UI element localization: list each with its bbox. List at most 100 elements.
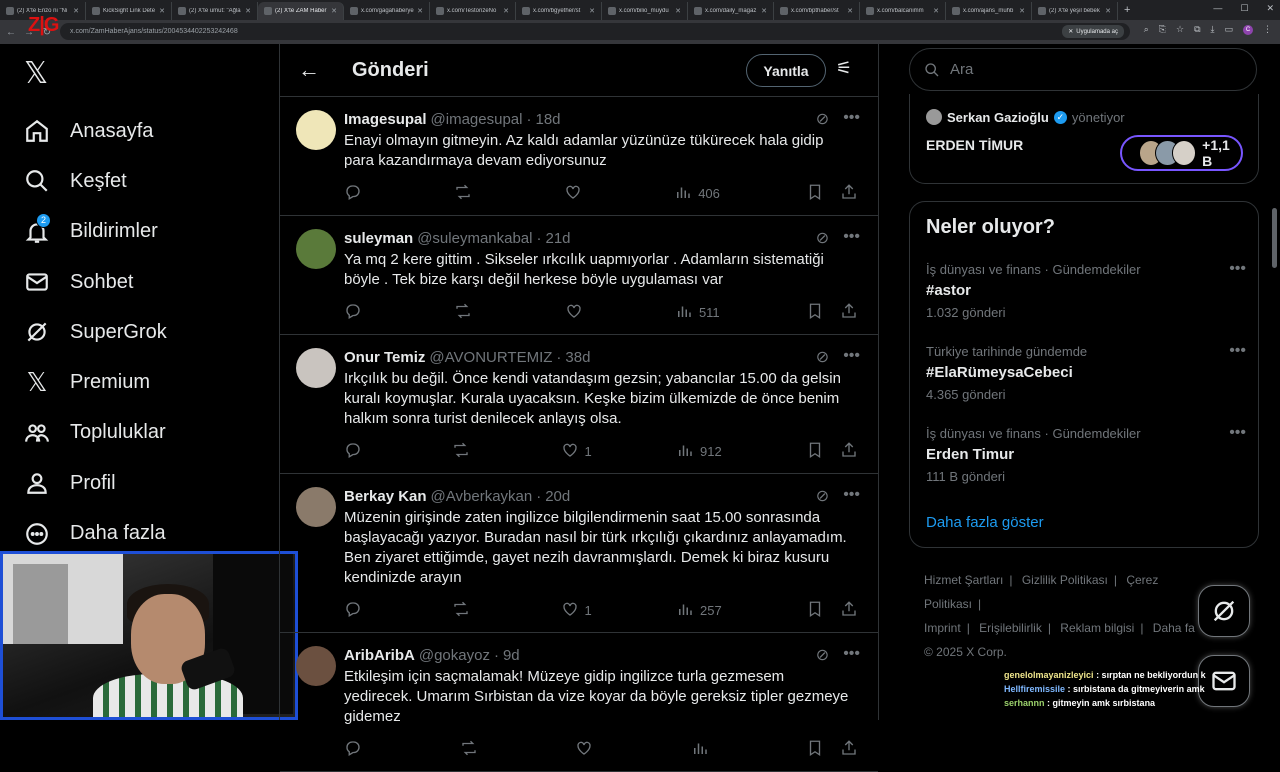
browser-tab[interactable]: x.com/balcanimm ✕: [860, 2, 946, 20]
reply-action[interactable]: [344, 739, 368, 760]
author-handle[interactable]: @Avberkaykan: [431, 488, 533, 505]
more-dots-icon[interactable]: •••: [1229, 342, 1246, 360]
avatar[interactable]: [296, 487, 336, 527]
scrollbar-thumb[interactable]: [1272, 208, 1277, 268]
tweet-time[interactable]: 9d: [503, 647, 520, 664]
bookmark-star-icon[interactable]: ☆: [1176, 24, 1184, 35]
account-name[interactable]: ERDEN TİMUR: [926, 137, 1023, 153]
avatar[interactable]: [296, 348, 336, 388]
nav-item-premium[interactable]: 𝕏 Premium: [22, 357, 167, 407]
tab-close-icon[interactable]: ✕: [1019, 7, 1025, 15]
bookmark-action[interactable]: [806, 183, 826, 204]
retweet-action[interactable]: [460, 739, 484, 760]
avatar[interactable]: [296, 646, 336, 686]
bookmark-action[interactable]: [806, 739, 826, 760]
like-action[interactable]: [565, 302, 589, 323]
browser-tab[interactable]: x.com/gagahaberye ✕: [344, 2, 430, 20]
extensions-icon[interactable]: ⧉: [1194, 24, 1200, 35]
like-action[interactable]: 1: [561, 600, 592, 621]
tweet-time[interactable]: 38d: [565, 349, 590, 366]
grok-icon[interactable]: ⊘: [816, 486, 829, 506]
back-nav-icon[interactable]: ←: [4, 27, 18, 38]
footer-link[interactable]: Gizlilik Politikası: [1022, 573, 1108, 587]
retweet-action[interactable]: [452, 600, 476, 621]
reply-tweet[interactable]: Onur Temiz @AVONURTEMIZ · 38d ⊘ ••• Irkçılık b…: [280, 335, 878, 474]
trend-item[interactable]: İş dünyası ve finans · Gündemdekiler #as…: [926, 260, 1246, 320]
author-name[interactable]: AribAribA: [344, 647, 415, 664]
zoom-icon[interactable]: ⌕: [1144, 24, 1149, 35]
more-dots-icon[interactable]: •••: [843, 645, 860, 665]
url-field[interactable]: x.com/ZamHaberAjans/status/2004534402253…: [60, 23, 1130, 40]
show-more-link[interactable]: Daha fazla göster: [926, 514, 1044, 531]
share-icon[interactable]: ⎘: [1159, 24, 1166, 35]
nav-item-communities[interactable]: Topluluklar: [22, 408, 167, 458]
browser-tab[interactable]: x.com/bpthaber/st ✕: [774, 2, 860, 20]
browser-tab[interactable]: x.com/daily_magaz ✕: [688, 2, 774, 20]
author-handle[interactable]: @imagesupal: [431, 111, 523, 128]
maximize-icon[interactable]: ☐: [1240, 3, 1248, 14]
browser-tab[interactable]: (2) X'te yeşil bebek ✕: [1032, 2, 1118, 20]
tweet-time[interactable]: 18d: [535, 111, 560, 128]
reply-action[interactable]: [344, 600, 368, 621]
like-action[interactable]: [575, 739, 599, 760]
nav-item-notifications[interactable]: 2 Bildirimler: [22, 207, 167, 257]
tab-close-icon[interactable]: ✕: [245, 7, 251, 15]
tab-close-icon[interactable]: ✕: [417, 7, 423, 15]
profile-avatar[interactable]: C: [1243, 24, 1253, 35]
share-action[interactable]: [840, 183, 860, 204]
tab-close-icon[interactable]: ✕: [589, 7, 595, 15]
download-icon[interactable]: ⤓: [1211, 24, 1215, 35]
back-arrow-icon[interactable]: ←: [298, 57, 320, 83]
like-action[interactable]: [564, 183, 588, 204]
tab-close-icon[interactable]: ✕: [159, 7, 165, 15]
share-action[interactable]: [840, 441, 860, 462]
footer-link[interactable]: Daha fa: [1153, 621, 1195, 635]
reply-tweet[interactable]: suleyman @suleymankabal · 21d ⊘ ••• Ya mq 2 ke…: [280, 216, 878, 335]
x-logo-icon[interactable]: 𝕏: [24, 56, 48, 91]
followers-pill[interactable]: +1,1 B: [1120, 135, 1243, 171]
nav-item-chat[interactable]: Sohbet: [22, 257, 167, 307]
retweet-action[interactable]: [454, 302, 478, 323]
more-dots-icon[interactable]: •••: [843, 347, 860, 367]
more-dots-icon[interactable]: •••: [843, 486, 860, 506]
more-dots-icon[interactable]: •••: [843, 228, 860, 248]
author-handle[interactable]: @suleymankabal: [417, 230, 532, 247]
retweet-action[interactable]: [452, 441, 476, 462]
browser-tab[interactable]: (2) X'te ZAM Haber ✕: [258, 2, 344, 20]
grok-icon[interactable]: ⊘: [816, 347, 829, 367]
tweet-time[interactable]: 20d: [545, 488, 570, 505]
author-name[interactable]: Onur Temiz: [344, 349, 425, 366]
search-input[interactable]: Ara: [909, 48, 1257, 91]
author-handle[interactable]: @gokayoz: [419, 647, 490, 664]
grok-fab-button[interactable]: [1198, 585, 1250, 637]
new-tab-icon[interactable]: +: [1124, 4, 1130, 16]
share-action[interactable]: [840, 739, 860, 760]
reply-action[interactable]: [344, 441, 368, 462]
tab-close-icon[interactable]: ✕: [73, 7, 79, 15]
avatar[interactable]: [296, 110, 336, 150]
trend-item[interactable]: Türkiye tarihinde gündemde #ElaRümeysaCe…: [926, 342, 1246, 402]
reply-button[interactable]: Yanıtla: [746, 54, 826, 87]
author-name[interactable]: Berkay Kan: [344, 488, 427, 505]
bookmark-action[interactable]: [806, 302, 826, 323]
browser-tab[interactable]: x.com/ajans_muhb ✕: [946, 2, 1032, 20]
footer-link[interactable]: Erişilebilirlik: [979, 621, 1042, 635]
tweet-time[interactable]: 21d: [546, 230, 571, 247]
like-action[interactable]: 1: [561, 441, 592, 462]
avatar[interactable]: [296, 229, 336, 269]
open-in-app-button[interactable]: ✕ Uygulamada aç: [1062, 25, 1124, 38]
tab-close-icon[interactable]: ✕: [761, 7, 767, 15]
author-name[interactable]: suleyman: [344, 230, 413, 247]
tab-close-icon[interactable]: ✕: [331, 7, 337, 15]
manager-name[interactable]: Serkan Gazioğlu: [947, 110, 1049, 125]
reply-tweet[interactable]: Imagesupal @imagesupal · 18d ⊘ ••• Enayi olmay…: [280, 97, 878, 216]
reply-tweet[interactable]: AribAribA @gokayoz · 9d ⊘ ••• Etkileşim için s…: [280, 633, 878, 772]
reply-tweet[interactable]: Berkay Kan @Avberkaykan · 20d ⊘ ••• Müzenin gi…: [280, 474, 878, 633]
browser-tab[interactable]: x.com/bilio_muydu ✕: [602, 2, 688, 20]
more-dots-icon[interactable]: •••: [1229, 424, 1246, 442]
share-action[interactable]: [840, 302, 860, 323]
tab-close-icon[interactable]: ✕: [933, 7, 939, 15]
tab-close-icon[interactable]: ✕: [675, 7, 681, 15]
trend-item[interactable]: İş dünyası ve finans · Gündemdekiler Erd…: [926, 424, 1246, 484]
reply-action[interactable]: [344, 302, 368, 323]
